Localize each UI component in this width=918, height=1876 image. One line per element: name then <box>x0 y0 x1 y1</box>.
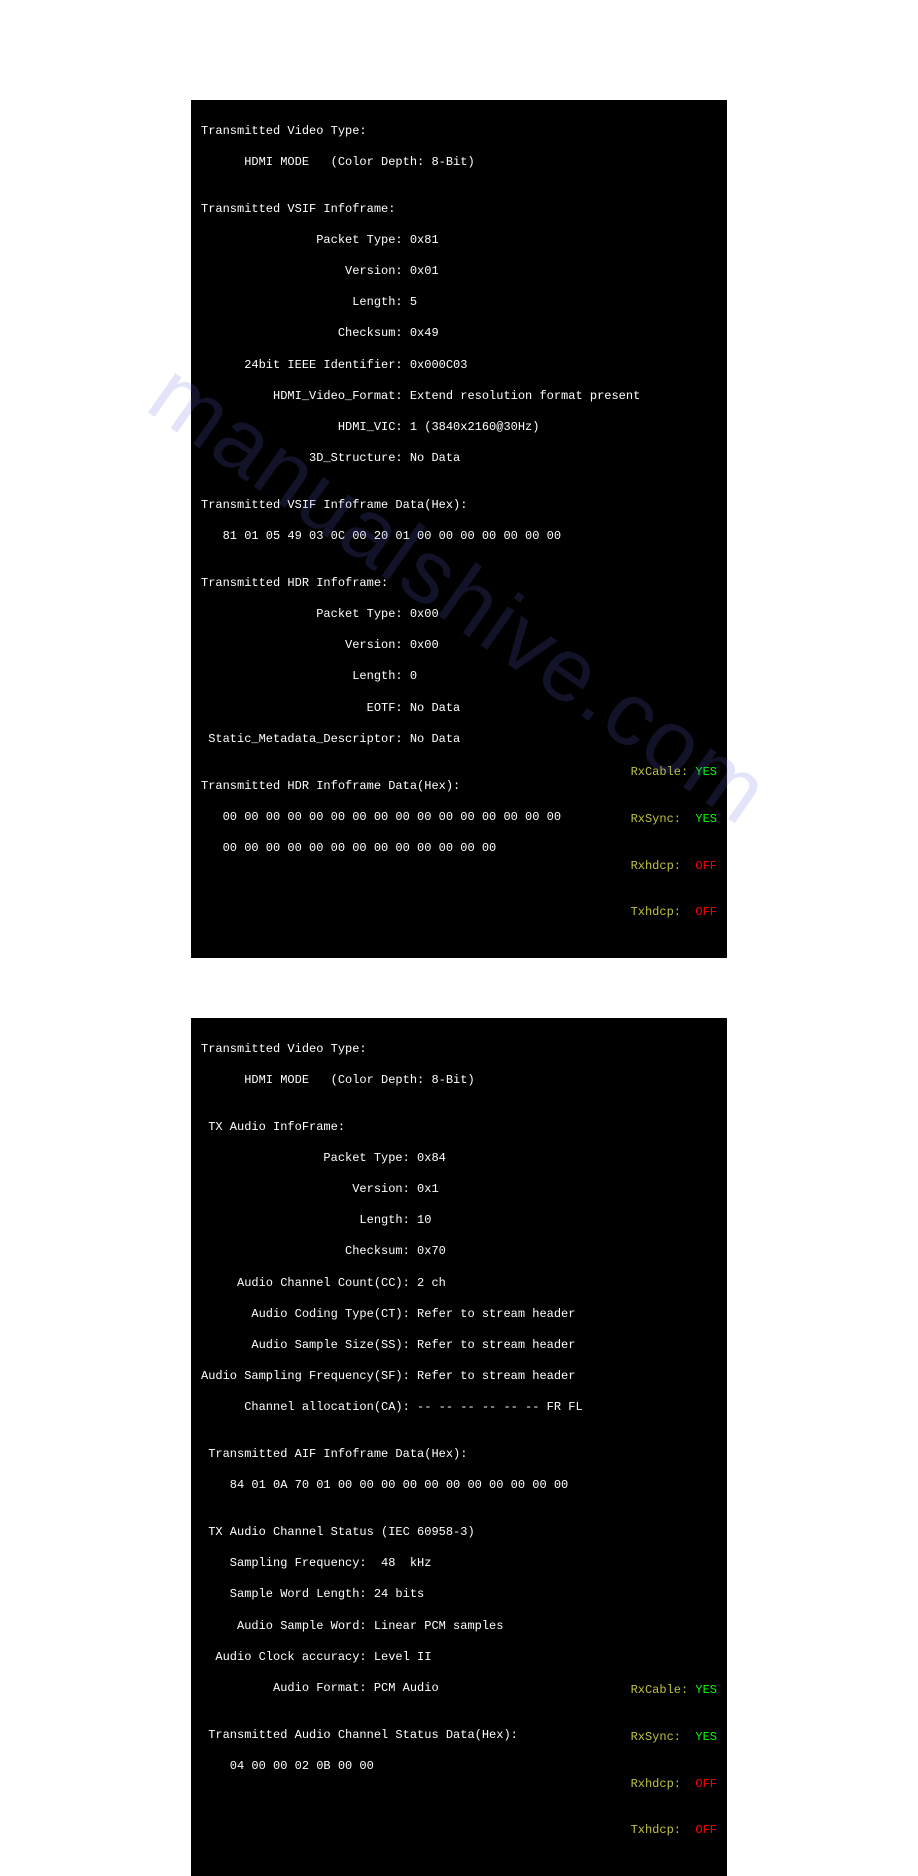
aif-sampling-frequency: Audio Sampling Frequency(SF): Refer to s… <box>201 1369 717 1385</box>
rxhdcp-value: OFF <box>695 859 717 873</box>
aif-checksum: Checksum: 0x70 <box>201 1244 717 1260</box>
txhdcp-value: OFF <box>695 905 717 919</box>
vsif-video-format: HDMI_Video_Format: Extend resolution for… <box>201 389 717 405</box>
rxcable-label: RxCable: <box>631 1683 689 1697</box>
cs-sample-word: Audio Sample Word: Linear PCM samples <box>201 1619 717 1635</box>
status-block: RxCable: YES RxSync: YES Rxhdcp: OFF Txh… <box>631 734 717 952</box>
rxhdcp-label: Rxhdcp: <box>631 1777 689 1791</box>
hdr-infoframe-header: Transmitted HDR Infoframe: <box>201 576 717 592</box>
aif-sample-size: Audio Sample Size(SS): Refer to stream h… <box>201 1338 717 1354</box>
rxsync-label: RxSync: <box>631 812 689 826</box>
rxsync-label: RxSync: <box>631 1730 689 1744</box>
hdr-eotf: EOTF: No Data <box>201 701 717 717</box>
vsif-checksum: Checksum: 0x49 <box>201 326 717 342</box>
vsif-infoframe-header: Transmitted VSIF Infoframe: <box>201 202 717 218</box>
video-type-header: Transmitted Video Type: <box>201 1042 717 1058</box>
rxcable-value: YES <box>695 1683 717 1697</box>
aif-length: Length: 10 <box>201 1213 717 1229</box>
rxsync-value: YES <box>695 812 717 826</box>
video-type-header: Transmitted Video Type: <box>201 124 717 140</box>
rxcable-value: YES <box>695 765 717 779</box>
vsif-packet-type: Packet Type: 0x81 <box>201 233 717 249</box>
status-rxsync: RxSync: YES <box>631 812 717 828</box>
hdmi-mode-line: HDMI MODE (Color Depth: 8-Bit) <box>201 1073 717 1089</box>
cs-sampling-freq: Sampling Frequency: 48 kHz <box>201 1556 717 1572</box>
tx-audio-infoframe-header: TX Audio InfoFrame: <box>201 1120 717 1136</box>
vsif-data-hex: 81 01 05 49 03 0C 00 20 01 00 00 00 00 0… <box>201 529 717 545</box>
hdr-version: Version: 0x00 <box>201 638 717 654</box>
aif-data-hex: 84 01 0A 70 01 00 00 00 00 00 00 00 00 0… <box>201 1478 717 1494</box>
channel-status-header: TX Audio Channel Status (IEC 60958-3) <box>201 1525 717 1541</box>
aif-packet-type: Packet Type: 0x84 <box>201 1151 717 1167</box>
vsif-ieee-identifier: 24bit IEEE Identifier: 0x000C03 <box>201 358 717 374</box>
vsif-3d-structure: 3D_Structure: No Data <box>201 451 717 467</box>
status-rxhdcp: Rxhdcp: OFF <box>631 1777 717 1793</box>
status-block: RxCable: YES RxSync: YES Rxhdcp: OFF Txh… <box>631 1652 717 1870</box>
terminal-panel-vsif-hdr: Transmitted Video Type: HDMI MODE (Color… <box>191 100 727 958</box>
aif-coding-type: Audio Coding Type(CT): Refer to stream h… <box>201 1307 717 1323</box>
txhdcp-label: Txhdcp: <box>631 905 689 919</box>
status-rxcable: RxCable: YES <box>631 765 717 781</box>
vsif-data-hex-header: Transmitted VSIF Infoframe Data(Hex): <box>201 498 717 514</box>
rxhdcp-value: OFF <box>695 1777 717 1791</box>
vsif-hdmi-vic: HDMI_VIC: 1 (3840x2160@30Hz) <box>201 420 717 436</box>
status-txhdcp: Txhdcp: OFF <box>631 1823 717 1839</box>
cs-word-length: Sample Word Length: 24 bits <box>201 1587 717 1603</box>
hdr-length: Length: 0 <box>201 669 717 685</box>
status-rxsync: RxSync: YES <box>631 1730 717 1746</box>
hdmi-mode-line: HDMI MODE (Color Depth: 8-Bit) <box>201 155 717 171</box>
rxhdcp-label: Rxhdcp: <box>631 859 689 873</box>
rxsync-value: YES <box>695 1730 717 1744</box>
aif-channel-allocation: Channel allocation(CA): -- -- -- -- -- -… <box>201 1400 717 1416</box>
aif-data-hex-header: Transmitted AIF Infoframe Data(Hex): <box>201 1447 717 1463</box>
status-rxhdcp: Rxhdcp: OFF <box>631 859 717 875</box>
status-txhdcp: Txhdcp: OFF <box>631 905 717 921</box>
aif-version: Version: 0x1 <box>201 1182 717 1198</box>
txhdcp-value: OFF <box>695 1823 717 1837</box>
aif-channel-count: Audio Channel Count(CC): 2 ch <box>201 1276 717 1292</box>
vsif-length: Length: 5 <box>201 295 717 311</box>
txhdcp-label: Txhdcp: <box>631 1823 689 1837</box>
rxcable-label: RxCable: <box>631 765 689 779</box>
terminal-panel-audio: Transmitted Video Type: HDMI MODE (Color… <box>191 1018 727 1876</box>
status-rxcable: RxCable: YES <box>631 1683 717 1699</box>
vsif-version: Version: 0x01 <box>201 264 717 280</box>
hdr-packet-type: Packet Type: 0x00 <box>201 607 717 623</box>
